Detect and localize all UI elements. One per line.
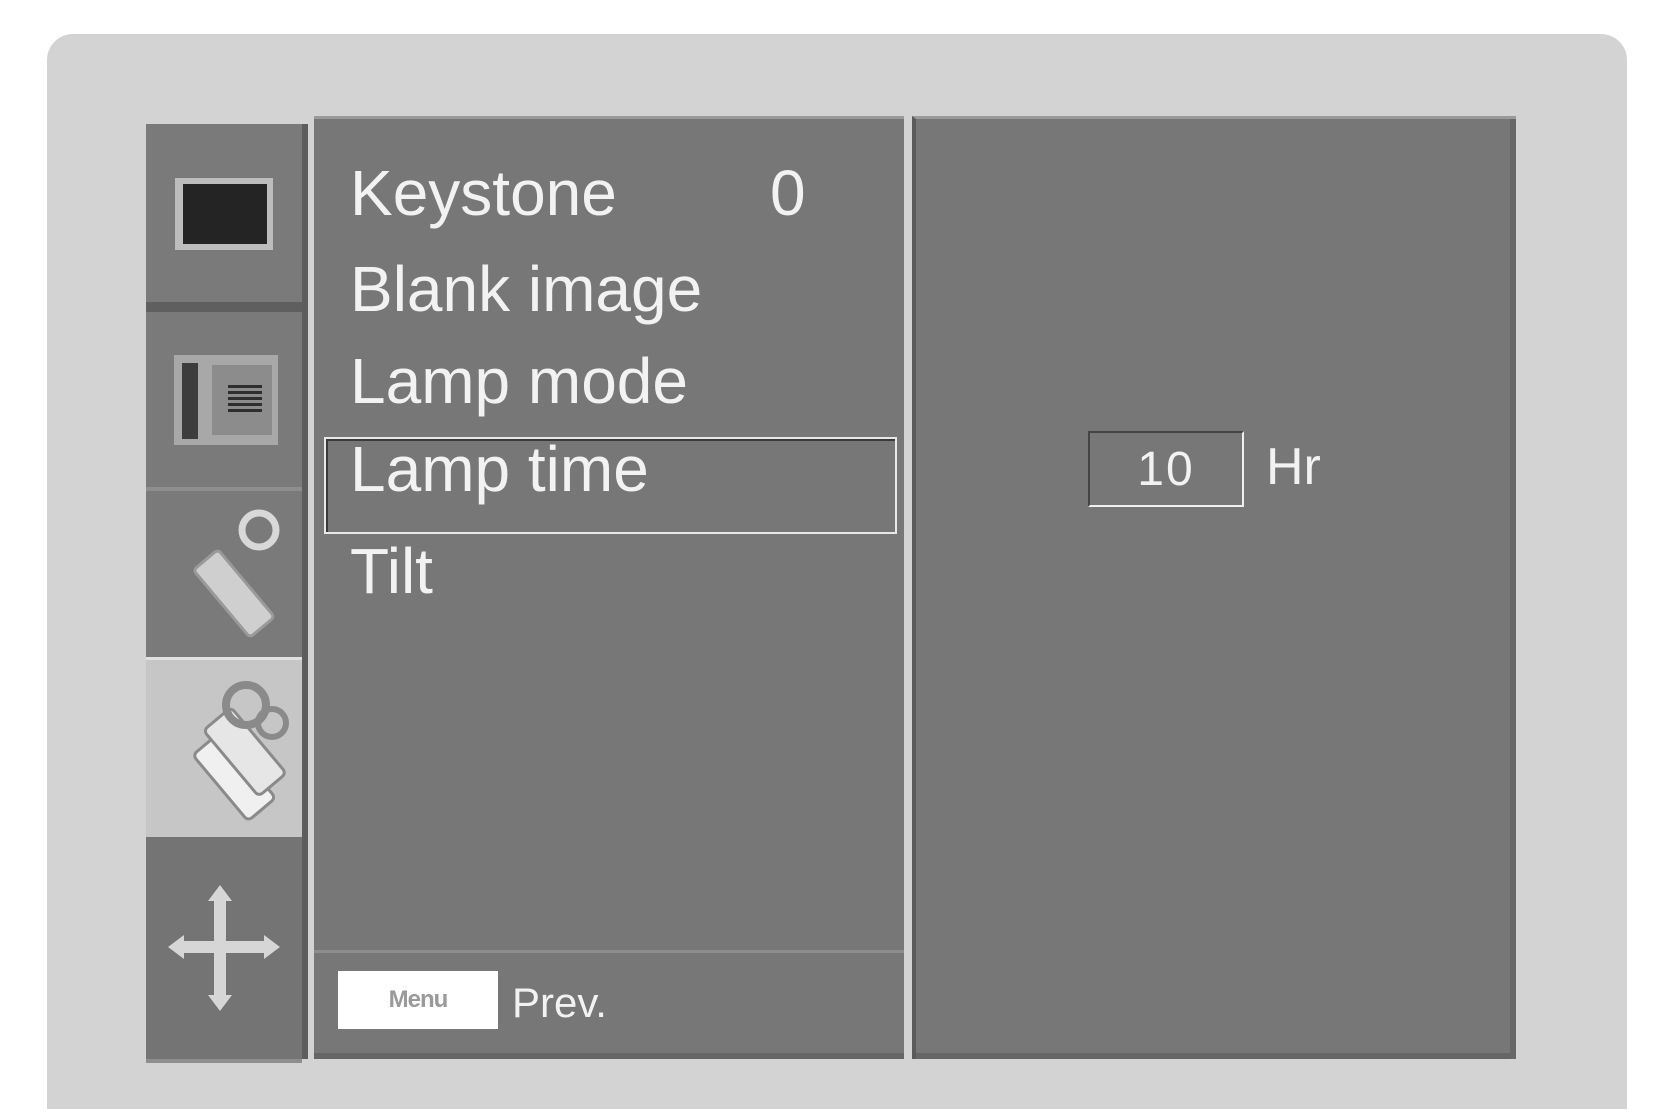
menu-item-keystone[interactable]: Keystone 0 — [350, 161, 806, 225]
menu-item-lamp-mode[interactable]: Lamp mode — [350, 349, 688, 413]
menu-item-label: Keystone — [350, 157, 617, 229]
tab-position[interactable] — [146, 837, 302, 1063]
menu-item-label: Blank image — [350, 253, 703, 325]
menu-item-label: Lamp mode — [350, 345, 688, 417]
keystone-value: 0 — [770, 157, 806, 229]
tab-picture[interactable] — [146, 124, 302, 306]
menu-item-label: Tilt — [350, 535, 433, 607]
menu-footer: Menu Prev. — [314, 950, 904, 1053]
option-tools-icon — [193, 681, 289, 821]
projector-osd: Keystone 0 Blank image Lamp mode Lamp ti… — [146, 112, 1516, 1063]
menu-item-blank-image[interactable]: Blank image — [350, 257, 702, 321]
picture-icon — [175, 178, 273, 250]
prev-hint: Prev. — [512, 979, 607, 1026]
tab-screen[interactable] — [146, 302, 302, 491]
menu-key-icon: Menu — [338, 971, 498, 1029]
tab-tools[interactable] — [146, 487, 302, 661]
menu-list-panel: Keystone 0 Blank image Lamp mode Lamp ti… — [314, 116, 904, 1059]
screen-menu-icon — [174, 354, 278, 445]
detail-panel: 10 Hr — [912, 116, 1516, 1059]
menu-category-column — [146, 124, 308, 1063]
lamp-time-value: 10 — [1088, 431, 1244, 507]
move-arrows-icon — [168, 885, 280, 1011]
menu-item-tilt[interactable]: Tilt — [350, 539, 433, 603]
tab-option-tools[interactable] — [146, 657, 302, 844]
lamp-time-unit: Hr — [1266, 438, 1321, 496]
menu-item-label: Lamp time — [350, 433, 649, 505]
menu-item-lamp-time[interactable]: Lamp time — [350, 437, 649, 501]
tools-icon — [193, 509, 280, 638]
